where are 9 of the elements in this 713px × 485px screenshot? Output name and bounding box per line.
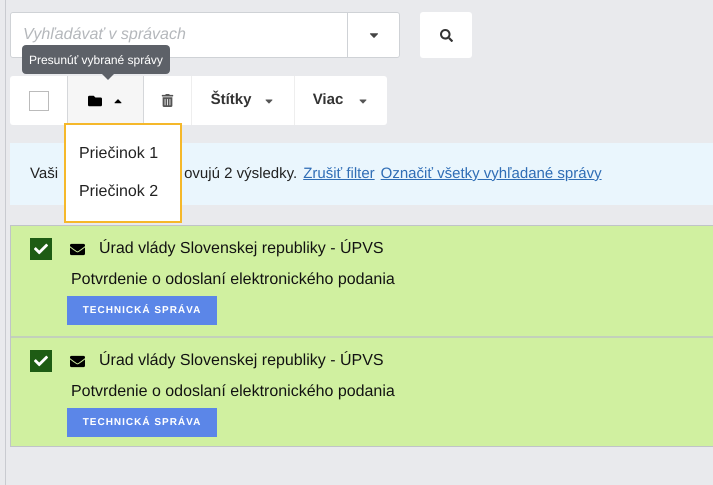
message-subject: Potvrdenie o odoslaní elektronického podania: [71, 382, 396, 402]
message-subject: Potvrdenie o odoslaní elektronického podania: [71, 270, 396, 290]
info-text: ovujú 2 výsledky.: [184, 164, 298, 184]
message-tag: TECHNICKÁ SPRÁVA: [67, 296, 217, 325]
message-tag: TECHNICKÁ SPRÁVA: [67, 408, 217, 437]
message-sender: Úrad vlády Slovenskej republiky - ÚPVS: [99, 350, 384, 371]
message-sender: Úrad vlády Slovenskej republiky - ÚPVS: [99, 238, 384, 259]
tooltip: Presunúť vybrané správy: [22, 45, 170, 74]
info-text: Vaši: [30, 164, 58, 184]
